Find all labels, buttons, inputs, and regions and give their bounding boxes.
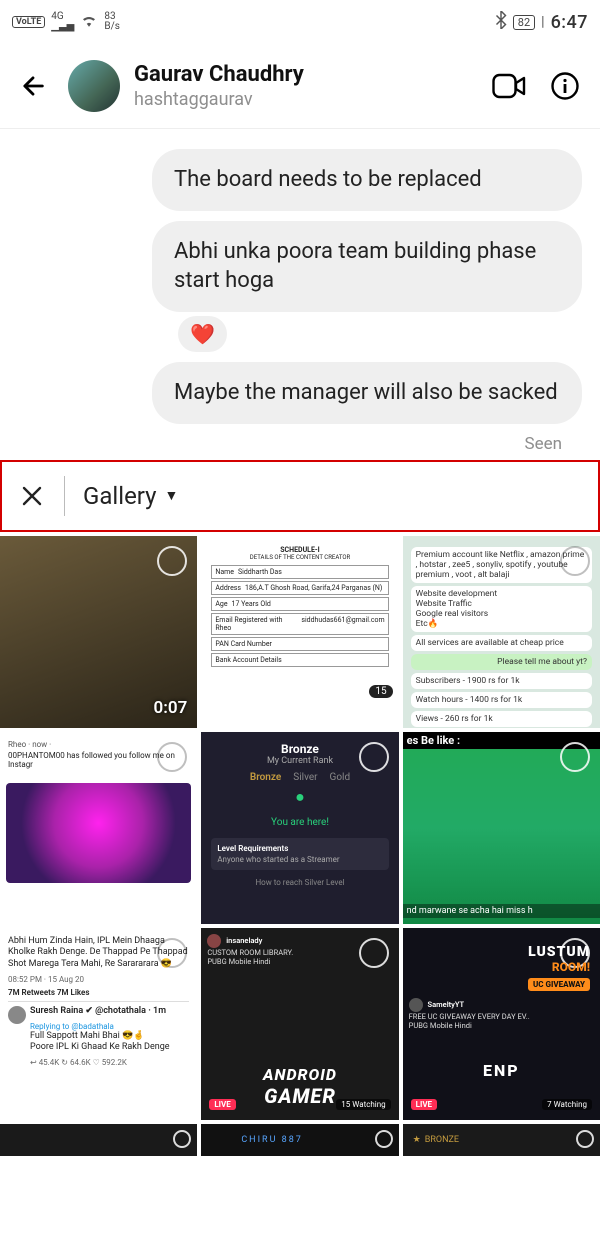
user-name-block[interactable]: Gaurav Chaudhry hashtaggaurav [134, 62, 492, 110]
select-ring [157, 546, 187, 576]
chat-header: Gaurav Chaudhry hashtaggaurav [0, 44, 600, 129]
video-duration: 0:07 [154, 698, 188, 718]
message-bubble[interactable]: Maybe the manager will also be sacked [152, 362, 582, 424]
gallery-item[interactable]: Premium account like Netflix , amazon pr… [403, 536, 600, 728]
gallery-item[interactable]: es Be like : nd marwane se acha hai miss… [403, 732, 600, 924]
gallery-item-video[interactable]: 0:07 [0, 536, 197, 728]
display-name: Gaurav Chaudhry [134, 62, 492, 87]
gallery-item[interactable]: SCHEDULE-I DETAILS OF THE CONTENT CREATO… [201, 536, 398, 728]
watching-count: 15 Watching [336, 1099, 390, 1110]
reaction-heart[interactable]: ❤️ [178, 316, 227, 352]
back-button[interactable] [18, 71, 48, 101]
gallery-item[interactable]: ★BRONZE [403, 1124, 600, 1156]
message-list: The board needs to be replaced Abhi unka… [0, 129, 600, 454]
gallery-item[interactable] [0, 1124, 197, 1156]
gallery-item[interactable]: Abhi Hum Zinda Hain, IPL Mein Dhaaga Kho… [0, 928, 197, 1120]
close-button[interactable] [18, 482, 46, 510]
gallery-item[interactable]: insanelady CUSTOM ROOM LIBRARY. PUBG Mob… [201, 928, 398, 1120]
bluetooth-icon [495, 11, 507, 33]
wifi-icon [80, 13, 98, 31]
multi-badge: 15 [369, 685, 392, 698]
gallery-item[interactable]: LUSTUM ROOM! UC GIVEAWAY SameltyYT FREE … [403, 928, 600, 1120]
chevron-down-icon: ▼ [165, 487, 179, 504]
divider [64, 476, 65, 516]
gallery-grid-partial-row: CHIRU 887 ★BRONZE [0, 1124, 600, 1156]
message-bubble[interactable]: The board needs to be replaced [152, 149, 582, 211]
gallery-label-text: Gallery [83, 482, 157, 510]
gallery-source-dropdown[interactable]: Gallery ▼ [83, 482, 178, 510]
live-badge: LIVE [411, 1099, 437, 1110]
volte-indicator: VoLTE [12, 16, 45, 28]
clock: 6:47 [551, 12, 588, 33]
live-badge: LIVE [209, 1099, 235, 1110]
seen-indicator: Seen [18, 434, 562, 454]
video-call-button[interactable] [492, 69, 526, 103]
network-indicator: 4G ▁▃▅ [51, 12, 74, 32]
gallery-picker-bar: Gallery ▼ [0, 460, 600, 532]
info-button[interactable] [548, 69, 582, 103]
battery-indicator: 82 [513, 15, 535, 30]
gallery-item[interactable]: CHIRU 887 [201, 1124, 398, 1156]
gallery-item[interactable]: Bronze My Current Rank BronzeSilverGold … [201, 732, 398, 924]
status-bar: VoLTE 4G ▁▃▅ 83 B/s 82 | 6:47 [0, 0, 600, 44]
watching-count: 7 Watching [542, 1099, 592, 1110]
avatar[interactable] [68, 60, 120, 112]
gallery-grid: 0:07 SCHEDULE-I DETAILS OF THE CONTENT C… [0, 536, 600, 1120]
message-bubble[interactable]: Abhi unka poora team building phase star… [152, 221, 582, 312]
data-speed: 83 B/s [104, 12, 120, 32]
username: hashtaggaurav [134, 89, 492, 110]
gallery-item[interactable]: Rheo · now · 00PHANTOM00 has followed yo… [0, 732, 197, 924]
